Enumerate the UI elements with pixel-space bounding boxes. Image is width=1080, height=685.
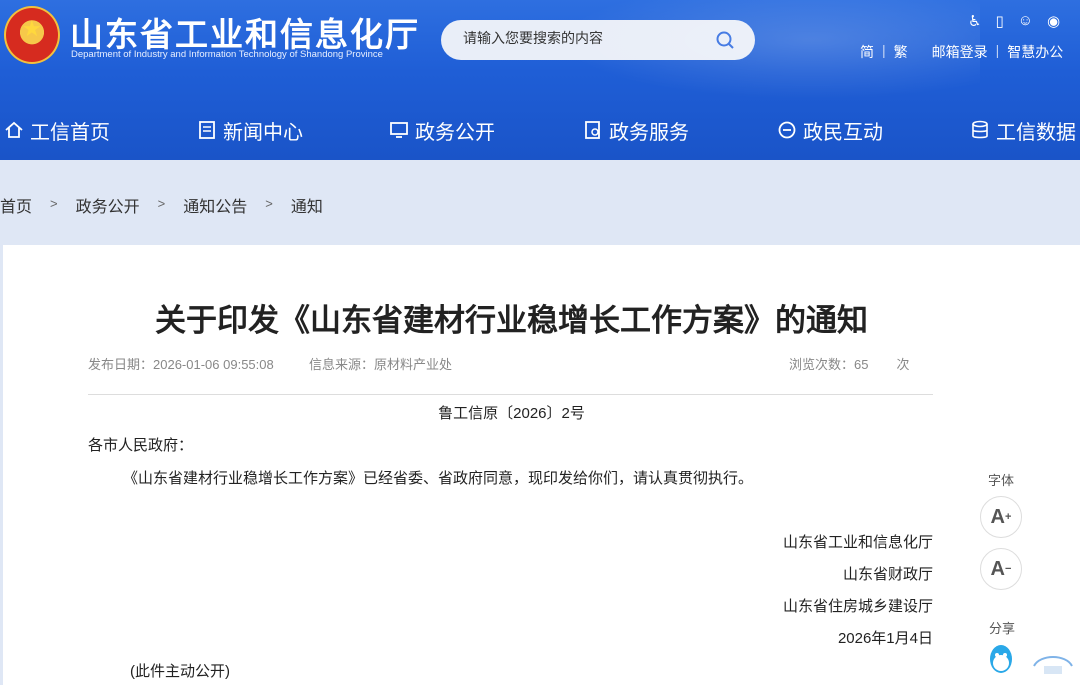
breadcrumb-separator: > [265, 196, 273, 211]
watermark-logo-icon [1033, 656, 1073, 674]
signature-date: 2026年1月4日 [837, 630, 933, 647]
salutation: 各市人民政府： [88, 437, 194, 454]
font-increase-button[interactable]: A + [980, 496, 1022, 538]
divider [88, 394, 933, 395]
chat-icon [778, 121, 796, 139]
nav-item-home[interactable]: 工信首页 [4, 100, 110, 160]
views-count: 65 [854, 357, 869, 372]
views-label: 浏览次数： [789, 357, 855, 372]
breadcrumb-gov-affairs[interactable]: 政务公开 [76, 193, 140, 217]
simplified-chinese-link[interactable]: 简 [860, 42, 874, 62]
search-icon[interactable] [715, 30, 735, 50]
accessibility-icon[interactable]: ♿ [968, 12, 981, 30]
nav-item-interaction[interactable]: 政民互动 [777, 100, 883, 160]
font-decrease-button[interactable]: A − [980, 548, 1022, 590]
news-icon [199, 121, 215, 139]
source-value: 原材料产业处 [374, 357, 453, 372]
mobile-icon[interactable]: ▯ [995, 12, 1003, 30]
font-decrease-label: A [990, 557, 1005, 580]
nav-item-label: 政务服务 [609, 121, 689, 144]
nav-item-label: 政民互动 [803, 121, 883, 144]
site-subtitle: Department of Industry and Information T… [71, 49, 383, 60]
public-note: (此件主动公开) [130, 663, 230, 680]
search-box [441, 20, 755, 60]
nav-item-gov-service[interactable]: 政务服务 [583, 100, 689, 160]
signature-housing-dept: 山东省住房城乡建设厅 [782, 598, 933, 615]
breadcrumb-separator: > [50, 196, 58, 211]
traditional-chinese-link[interactable]: 繁 [894, 42, 908, 62]
signature-finance-dept: 山东省财政厅 [842, 566, 933, 583]
publish-date: 2026-01-06 09:55:08 [153, 357, 274, 372]
search-input[interactable] [463, 30, 703, 46]
link-separator: | [882, 42, 886, 58]
breadcrumb-notice[interactable]: 通知 [291, 193, 323, 217]
signature-industry-dept: 山东省工业和信息化厅 [782, 534, 933, 551]
database-icon [972, 120, 988, 139]
main-nav: 工信首页 新闻中心 政务公开 政务服务 政民互动 工信数据 [0, 100, 1080, 160]
font-size-label: 字体 [988, 473, 1015, 488]
publish-date-meta: 发布日期：2026-01-06 09:55:08 [88, 354, 274, 373]
home-icon [5, 121, 23, 138]
plus-icon: + [1005, 511, 1012, 523]
qq-share-icon[interactable] [984, 642, 1018, 680]
site-header: ★ 山东省工业和信息化厅 Department of Industry and … [0, 0, 1080, 160]
breadcrumb-home[interactable]: 首页 [0, 193, 32, 217]
source-label: 信息来源： [309, 357, 375, 372]
views-unit: 次 [896, 357, 910, 372]
breadcrumb-separator: > [157, 196, 166, 211]
service-icon [585, 121, 600, 139]
publish-date-label: 发布日期： [88, 357, 154, 372]
article-paragraph: 《山东省建材行业稳增长工作方案》已经省委、省政府同意，现印发给你们，请认真贯彻执… [123, 470, 754, 487]
weibo-icon[interactable]: ◉ [1047, 12, 1060, 30]
breadcrumb: 首页 > 政务公开 > 通知公告 > 通知 [0, 193, 323, 217]
nav-item-news[interactable]: 新闻中心 [197, 100, 303, 160]
breadcrumb-announcements[interactable]: 通知公告 [183, 193, 247, 217]
article-card: 关于印发《山东省建材行业稳增长工作方案》的通知 发布日期：2026-01-06 … [3, 245, 1080, 685]
nav-item-label: 政务公开 [415, 121, 495, 144]
document-number: 鲁工信原〔2026〕2号 [438, 405, 585, 422]
smart-office-link[interactable]: 智慧办公 [1007, 42, 1063, 62]
top-links: 简 | 繁 邮箱登录 | 智慧办公 [860, 42, 1063, 62]
nav-item-data[interactable]: 工信数据 [970, 100, 1076, 160]
source-meta: 信息来源：原材料产业处 [309, 354, 452, 373]
monitor-icon [390, 122, 408, 138]
top-icon-bar: ♿ ▯ ☺ ◉ [968, 12, 1060, 30]
nav-item-gov-affairs[interactable]: 政务公开 [389, 100, 495, 160]
national-emblem-logo[interactable]: ★ [4, 6, 60, 64]
minus-icon: − [1005, 563, 1012, 575]
font-increase-label: A [990, 505, 1005, 528]
nav-item-label: 新闻中心 [223, 121, 303, 144]
wechat-icon[interactable]: ☺ [1018, 12, 1033, 30]
article-title: 关于印发《山东省建材行业稳增长工作方案》的通知 [155, 303, 868, 339]
link-separator: | [995, 42, 1000, 58]
nav-item-label: 工信首页 [30, 121, 110, 144]
nav-item-label: 工信数据 [996, 121, 1076, 144]
email-login-link[interactable]: 邮箱登录 [932, 42, 988, 62]
share-label: 分享 [989, 621, 1016, 636]
views-meta: 浏览次数：65 次 [789, 354, 910, 373]
